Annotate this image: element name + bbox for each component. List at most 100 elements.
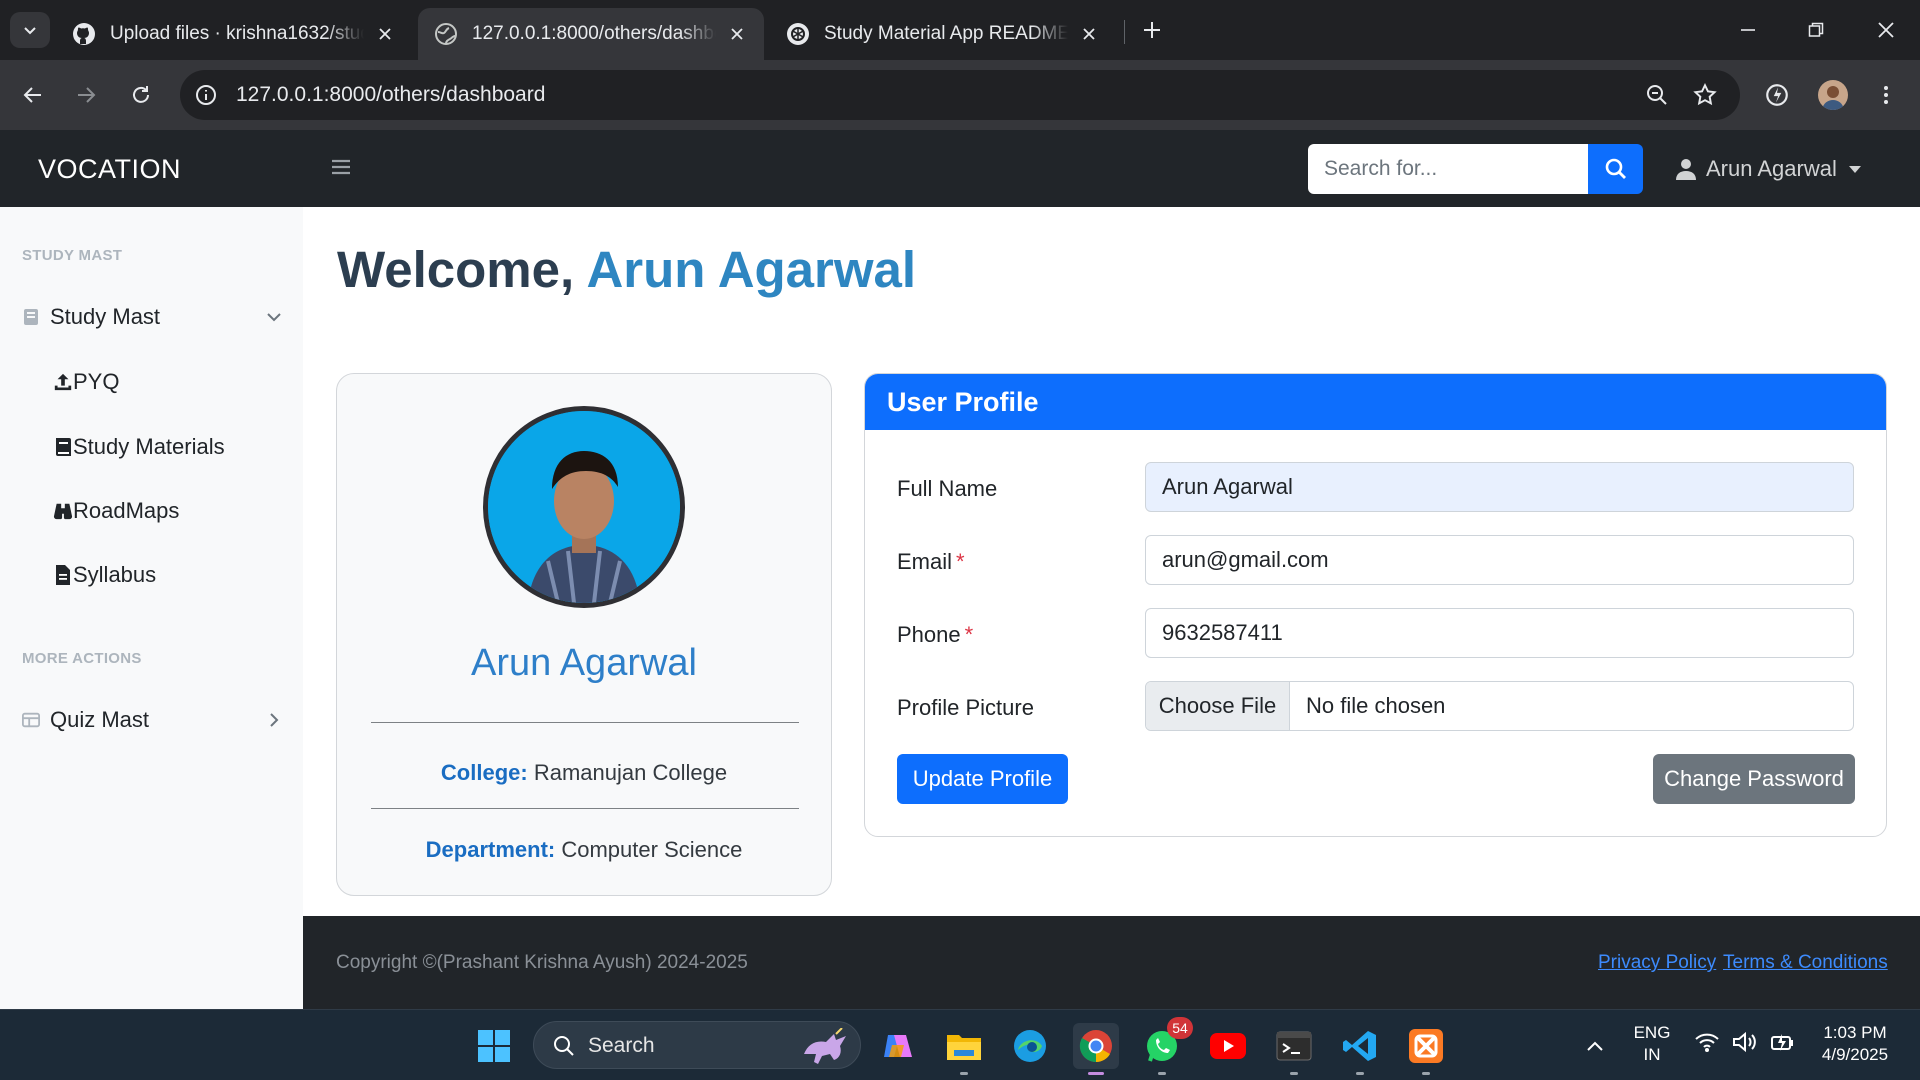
college-value: Ramanujan College: [533, 760, 728, 785]
arrow-right-icon: [78, 87, 96, 103]
chevron-right-icon: [270, 713, 279, 727]
tab-title: 127.0.0.1:8000/others/dashboard: [472, 23, 716, 44]
department-value: Computer Science: [561, 837, 743, 862]
taskbar-terminal[interactable]: [1271, 1023, 1317, 1075]
taskbar-edge[interactable]: [1007, 1023, 1053, 1069]
table-icon: [22, 710, 40, 730]
app-navbar: VOCATION Arun Agarwal: [0, 130, 1920, 207]
taskbar-search-label: Search: [588, 1034, 655, 1057]
system-tray-icons[interactable]: [1694, 1030, 1796, 1054]
back-button[interactable]: [15, 77, 51, 113]
reload-button[interactable]: [123, 77, 159, 113]
tray-overflow-button[interactable]: [1572, 1023, 1618, 1069]
chevron-down-icon: [267, 313, 281, 322]
user-profile-form: User Profile Full Name Email* Phone* Pro…: [864, 373, 1887, 837]
arrow-left-icon: [23, 87, 41, 103]
start-button[interactable]: [471, 1023, 517, 1069]
sidebar-subitem-label: Syllabus: [73, 562, 157, 587]
close-icon[interactable]: [1078, 23, 1100, 45]
close-icon[interactable]: [374, 23, 396, 45]
hamburger-menu-icon[interactable]: [330, 156, 352, 178]
bookmark-star-icon[interactable]: [1692, 82, 1718, 108]
performance-button[interactable]: [1759, 77, 1795, 113]
close-icon[interactable]: [726, 23, 748, 45]
taskbar-copilot[interactable]: [874, 1023, 920, 1069]
full-name-field[interactable]: [1145, 462, 1854, 512]
language-indicator[interactable]: ENG IN: [1628, 1022, 1676, 1066]
full-name-label: Full Name: [897, 476, 998, 501]
search-button[interactable]: [1588, 144, 1643, 194]
update-profile-button[interactable]: Update Profile: [897, 754, 1068, 804]
chrome-icon: [1079, 1030, 1112, 1063]
xampp-icon: [1409, 1029, 1443, 1063]
email-field[interactable]: [1145, 535, 1854, 585]
welcome-name: Arun Agarwal: [586, 241, 917, 298]
url-text[interactable]: 127.0.0.1:8000/others/dashboard: [236, 83, 545, 107]
battery-icon: [1771, 1034, 1793, 1051]
page-footer: Copyright ©(Prashant Krishna Ayush) 2024…: [303, 916, 1920, 1009]
taskbar-file-explorer[interactable]: [941, 1023, 987, 1075]
sidebar-item-label: Study Mast: [50, 304, 161, 329]
restore-button[interactable]: [1794, 10, 1838, 50]
tab-search-button[interactable]: [10, 12, 50, 48]
windows-icon: [478, 1030, 510, 1062]
wifi-icon: [1695, 1033, 1719, 1052]
browser-tab-readme[interactable]: Study Material App README: [770, 8, 1116, 60]
required-mark: *: [964, 622, 974, 647]
taskbar-youtube[interactable]: [1205, 1023, 1251, 1069]
privacy-policy-link[interactable]: Privacy Policy: [1598, 952, 1716, 974]
file-status: No file chosen: [1306, 693, 1446, 718]
globe-icon: [434, 22, 458, 46]
browser-tab-dashboard[interactable]: 127.0.0.1:8000/others/dashboard: [418, 8, 764, 60]
change-password-button[interactable]: Change Password: [1653, 754, 1855, 804]
divider: [371, 722, 799, 723]
window-close-button[interactable]: [1864, 10, 1908, 50]
profile-picture-input[interactable]: Choose File No file chosen: [1145, 681, 1854, 731]
address-bar[interactable]: 127.0.0.1:8000/others/dashboard: [180, 70, 1740, 120]
browser-menu-button[interactable]: [1868, 77, 1904, 113]
minimize-icon: [1741, 29, 1755, 31]
sidebar-subitem-label: Study Materials: [73, 434, 225, 459]
taskbar-search[interactable]: Search: [533, 1021, 861, 1069]
search-input[interactable]: [1308, 144, 1588, 194]
chatgpt-icon: [786, 22, 810, 46]
profile-avatar[interactable]: [1818, 80, 1848, 110]
profile-department: Department: Computer Science: [337, 837, 831, 863]
taskbar-xampp[interactable]: [1403, 1023, 1449, 1075]
file-icon: [53, 564, 73, 586]
clock[interactable]: 1:03 PM 4/9/2025: [1810, 1022, 1900, 1066]
sidebar-subitem-study-materials[interactable]: Study Materials: [53, 429, 225, 465]
browser-tab-github[interactable]: Upload files · krishna1632/study: [56, 8, 412, 60]
sidebar-subitem-pyq[interactable]: PYQ: [53, 364, 119, 400]
volume-icon: [1733, 1031, 1756, 1053]
minimize-button[interactable]: [1726, 10, 1770, 50]
phone-label: Phone *: [897, 622, 974, 647]
zoom-icon[interactable]: [1645, 83, 1669, 107]
close-icon: [1878, 22, 1894, 38]
sidebar-subitem-label: PYQ: [73, 369, 120, 394]
brand-logo[interactable]: VOCATION: [38, 154, 181, 185]
taskbar-chrome[interactable]: [1073, 1023, 1119, 1075]
sidebar-subitem-syllabus[interactable]: Syllabus: [53, 557, 156, 593]
info-icon[interactable]: [194, 83, 218, 107]
choose-file-button[interactable]: Choose File: [1146, 682, 1290, 730]
sidebar-subitem-roadmaps[interactable]: RoadMaps: [53, 493, 179, 529]
new-tab-button[interactable]: [1136, 14, 1168, 46]
profile-college: College: Ramanujan College: [337, 760, 831, 786]
user-icon: [1676, 159, 1696, 180]
user-dropdown[interactable]: Arun Agarwal: [1676, 156, 1861, 182]
sidebar-item-quiz-mast[interactable]: Quiz Mast: [22, 700, 284, 740]
forward-button[interactable]: [68, 77, 104, 113]
caret-down-icon: [1848, 165, 1861, 173]
sidebar-heading-study-mast: STUDY MAST: [22, 247, 123, 264]
tab-separator: [1124, 20, 1125, 44]
terminal-icon: [1276, 1031, 1312, 1061]
sidebar-heading-more-actions: MORE ACTIONS: [22, 650, 142, 667]
unicorn-icon: [804, 1028, 846, 1064]
taskbar-whatsapp[interactable]: 54: [1139, 1017, 1193, 1075]
taskbar-vscode[interactable]: [1337, 1023, 1383, 1075]
terms-link[interactable]: Terms & Conditions: [1723, 952, 1888, 974]
phone-field[interactable]: [1145, 608, 1854, 658]
sidebar-item-study-mast[interactable]: Study Mast: [22, 297, 284, 337]
folder-icon: [947, 1035, 981, 1060]
